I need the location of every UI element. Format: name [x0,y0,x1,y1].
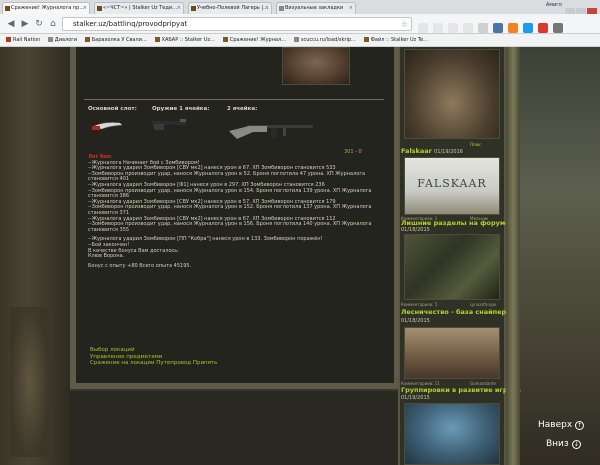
media-play-icon[interactable] [448,23,458,33]
decorative-lamp-column [506,47,520,465]
close-icon[interactable]: × [177,3,181,14]
tab-label: Сражение! Журналога пр… [11,5,85,11]
stalkers-image[interactable] [404,49,500,139]
arrow-down-icon: ↓ [571,440,581,449]
bookmark-item[interactable]: ХАБАР :: Stalker Uz… [154,34,215,46]
media-prev-icon[interactable] [433,23,443,33]
bookmark-item[interactable]: Барахолка У Свали… [84,34,147,46]
forward-icon[interactable]: ▶ [20,19,30,29]
bookmark-item[interactable]: Файл :: Stalker Uz Te… [363,34,428,46]
choose-location-link[interactable]: Выбор локаций [90,347,217,354]
news-item-title[interactable]: Лишние разделы на форуме [401,220,510,227]
browser-toolbar: ◀ ▶ ↻ ⌂ stalker.uz/battlinq/provodpripya… [0,14,600,34]
close-icon[interactable]: × [265,3,269,14]
sidebar-top-caption[interactable]: Плюс [470,142,481,147]
reload-icon[interactable]: ↻ [34,19,44,29]
tab-label: Учебно-Полевой Лагерь |… [197,5,269,11]
home-icon[interactable]: ⌂ [48,19,58,29]
bookmark-icon [293,37,299,42]
bookmark-icon [47,37,53,42]
news-item-image[interactable] [404,327,500,379]
comment-count: Комментариев: 5 [401,302,438,307]
music-icon[interactable] [478,23,488,33]
vk-icon[interactable] [493,23,503,33]
tab-bookmarks[interactable]: Визуальные закладки × [276,2,356,14]
address-bar[interactable]: stalker.uz/battlinq/provodpripyat ☆ [62,17,412,31]
bookmark-icon [154,37,160,42]
bookmark-item[interactable]: scuccu.ru/load/skrip… [293,34,356,46]
log-line: Бонус с опыту +80 Всего опыта 45195. [88,262,192,269]
background-art-right [520,47,600,465]
bookmark-item[interactable]: Rail Nation [6,34,40,46]
fight-location-link[interactable]: Сражение на локации Путепровод Припять [90,360,217,367]
divider [84,99,384,100]
action-links: Выбор локаций Управление предметами Сраж… [90,347,217,367]
panel-frame-bottom [70,383,400,391]
news-item-image[interactable] [404,403,500,465]
twitter-icon[interactable] [523,23,533,33]
tab-chst[interactable]: «~ЧСТ~» | Stalker Uz Теди… × [94,2,184,14]
news-item-image[interactable] [404,234,500,300]
ok-icon[interactable] [508,23,518,33]
back-icon[interactable]: ◀ [6,19,16,29]
news-item-title[interactable]: Группировки в развитие игрока [401,387,521,394]
window-controls [564,1,598,16]
extension-icons [418,18,600,33]
news-item-title[interactable]: Лесничество - база снайперов [401,309,515,316]
log-line: --Зомбиворон производит удар, нанося Жур… [88,204,372,216]
stalker-favicon-icon [191,6,196,11]
weapon2-slot-label: 2 ячейка: [227,106,258,112]
star-icon[interactable]: ☆ [401,18,408,31]
weapon1-slot-label: Оружие 1 ячейка: [152,106,210,112]
stalker-favicon-icon [97,6,102,11]
bookmark-item[interactable]: Сражение! Журнал… [222,34,286,46]
falskaar-logo: FALSKAAR [417,177,487,190]
manage-items-link[interactable]: Управление предметами [90,354,217,361]
stalker-favicon-icon [5,6,10,11]
log-line: --Зомбиворон производит удар, нанося Жур… [88,221,372,233]
profile-name[interactable]: Амиго [546,2,562,8]
knife-icon[interactable] [90,120,124,134]
page-content: Основной слот: Оружие 1 ячейка: 2 ячейка… [0,47,600,465]
media-next-icon[interactable] [463,23,473,33]
url-text: stalker.uz/battlinq/provodpripyat [73,20,188,28]
news-item-title[interactable]: Falskaar 01/19/2016 [401,148,463,156]
bookmark-icon [84,37,90,42]
battle-log: Лог боя: --Журналога Начинает бой с Зомб… [88,154,374,269]
tab-camp[interactable]: Учебно-Полевой Лагерь |… × [188,2,272,14]
bookmarks-favicon-icon [279,6,284,11]
tab-battle[interactable]: Сражение! Журналога пр… × [2,2,90,14]
tab-label: «~ЧСТ~» | Stalker Uz Теди… [103,5,178,11]
location-image [282,47,350,85]
shotgun-icon[interactable] [150,115,190,135]
scroll-up-button[interactable]: Наверх ↑ [538,420,585,430]
news-item-subtitle[interactable]: 01/18/2015 [401,317,430,325]
background-art-left [0,47,70,465]
browser-tab-strip: Сражение! Журналога пр… × «~ЧСТ~» | Stal… [0,0,600,16]
close-icon[interactable]: × [83,3,87,14]
bookmark-icon [6,37,11,42]
extension-icon[interactable] [418,23,428,33]
sniper-rifle-icon[interactable] [227,115,317,143]
bookmark-item[interactable]: Диалоги [47,34,77,46]
mail-icon[interactable] [538,23,548,33]
scroll-down-button[interactable]: Вниз ↓ [546,439,581,449]
bookmark-icon [222,37,228,42]
bookmarks-bar: Rail Nation Диалоги Барахолка У Свали… Х… [0,34,600,47]
news-author[interactable]: Lynxarthrope [470,302,496,307]
tab-label: Визуальные закладки [285,5,344,11]
bookmark-icon [363,37,369,42]
close-icon[interactable]: × [349,3,353,14]
news-item-date: 01/18/2015 [401,227,430,233]
menu-icon[interactable] [553,23,563,33]
main-slot-label: Основной слот: [88,106,137,112]
arrow-up-icon: ↑ [575,421,585,430]
news-item-date: 01/19/2015 [401,395,430,401]
